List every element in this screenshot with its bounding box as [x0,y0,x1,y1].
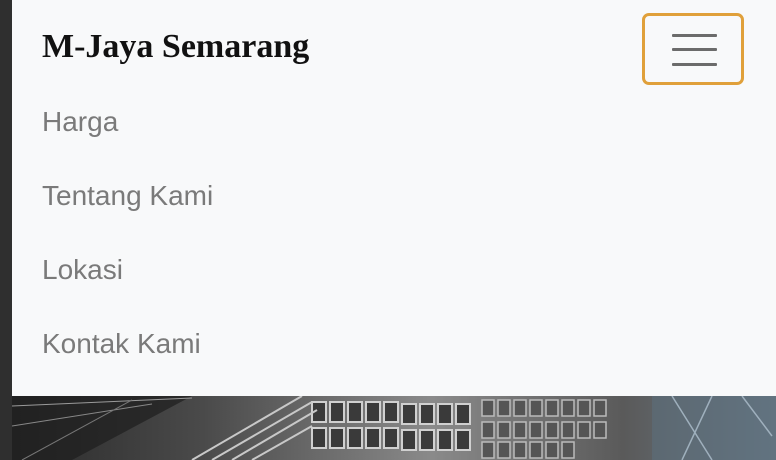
page-edge [0,0,12,460]
nav-menu: Harga Tentang Kami Lokasi Kontak Kami [42,100,213,396]
hamburger-menu-button[interactable] [642,13,744,85]
brand-title[interactable]: M-Jaya Semarang [42,28,309,66]
steel-warehouse-image [12,396,776,460]
nav-item-kontak-kami[interactable]: Kontak Kami [42,322,213,396]
warehouse-photo-graphic [12,396,776,460]
nav-item-harga[interactable]: Harga [42,100,213,174]
nav-item-tentang-kami[interactable]: Tentang Kami [42,174,213,248]
nav-item-lokasi[interactable]: Lokasi [42,248,213,322]
navbar: M-Jaya Semarang Harga Tentang Kami Lokas… [12,0,776,396]
